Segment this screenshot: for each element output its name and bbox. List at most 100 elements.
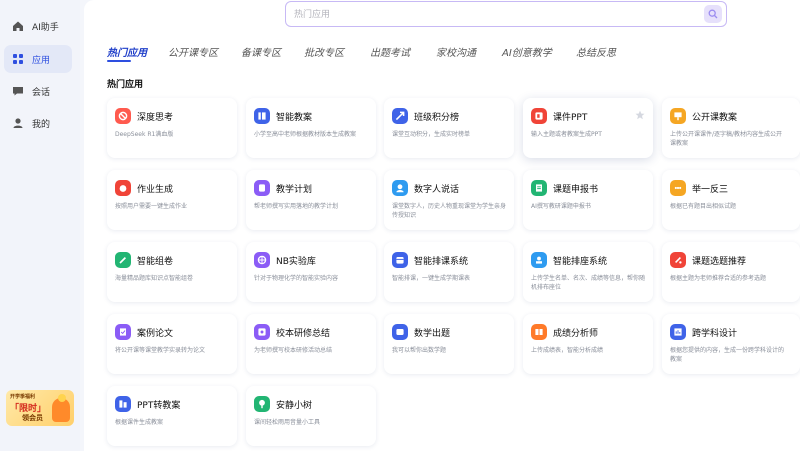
app-card-research-proposal[interactable]: 课题申报书 AI撰写教研课题申报书 (523, 170, 653, 230)
convert-icon (115, 396, 131, 412)
app-card-title: PPT转教案 (137, 401, 181, 411)
app-card-courseware-ppt[interactable]: 课件PPT 输入主题或者教案生成PPT (523, 98, 653, 158)
sidebar-item-label: AI助手 (32, 22, 59, 33)
app-card-title: 教学计划 (276, 185, 313, 195)
app-card-desc: DeepSeek R1满血版 (115, 131, 174, 138)
app-card-analogy[interactable]: 举一反三 根据已有题目出相似试题 (662, 170, 800, 230)
app-card-math-questions[interactable]: 数学出题 我可以帮你出数学题 (384, 314, 514, 374)
paper-icon (115, 324, 131, 340)
app-card-title: 课题选题推荐 (692, 257, 747, 267)
app-card-teaching-plan[interactable]: 教学计划 帮老师撰写实用落地的教学计划 (246, 170, 376, 230)
app-card-title: 案例论文 (137, 329, 174, 339)
app-card-desc: 课堂数字人，历史人物重现课堂为学生亲身传授知识 (392, 203, 507, 219)
app-card-desc: 课间轻松雨用音量小工具 (254, 419, 321, 426)
app-card-class-points[interactable]: 班级积分榜 课堂互动积分，生成实时榜单 (384, 98, 514, 158)
app-card-title: 成绩分析师 (553, 329, 599, 339)
edit-icon (115, 252, 131, 268)
app-card-grade-analyst[interactable]: 成绩分析师 上传成绩表，智能分析成绩 (523, 314, 653, 374)
app-card-quiet-tree[interactable]: 安静小树 课间轻松雨用音量小工具 (246, 386, 376, 446)
app-card-title: 公开课教案 (692, 113, 738, 123)
favorite-star-icon[interactable] (635, 110, 645, 120)
app-card-title: 数字人说话 (414, 185, 460, 195)
app-card-desc: 上传学生名单、名次、成绩等信息，帮你随机排布座位 (531, 275, 646, 291)
sidebar-item-apps[interactable]: 应用 (4, 45, 72, 73)
app-card-desc: 海量精品题库知识点智能组卷 (115, 275, 194, 282)
app-card-ppt-to-plan[interactable]: PPT转教案 根据课件生成教案 (107, 386, 237, 446)
app-card-desc: 根据您提供的内容，生成一份跨学科设计的教案 (670, 347, 785, 363)
tab-ai-creative[interactable]: AI创意教学 (502, 44, 552, 59)
app-card-open-class-plan[interactable]: 公开课教案 上传公开课课件/逐字稿/教材内容生成公开课教案 (662, 98, 800, 158)
app-card-title: 智能教案 (276, 113, 313, 123)
app-card-smart-lesson[interactable]: 智能教案 小学至高中老师根据教材版本生成教案 (246, 98, 376, 158)
ppt-icon (531, 108, 547, 124)
app-card-desc: 上传成绩表，智能分析成绩 (531, 347, 604, 354)
chat-icon (12, 85, 24, 97)
search-input[interactable] (294, 7, 674, 23)
app-card-desc: 帮老师撰写实用落地的教学计划 (254, 203, 339, 210)
app-card-title: 智能排课系统 (414, 257, 469, 267)
app-card-digital-human[interactable]: 数字人说话 课堂数字人，历史人物重现课堂为学生亲身传授知识 (384, 170, 514, 230)
search-bar (285, 1, 727, 27)
app-card-desc: 小学至高中老师根据教材版本生成教案 (254, 131, 357, 138)
app-card-desc: 针对于物理化学的智能实验内容 (254, 275, 339, 282)
membership-promo-banner[interactable]: 开学季福利 「限时」 领会员 (6, 390, 74, 426)
app-card-title: 数学出题 (414, 329, 451, 339)
search-button[interactable] (704, 5, 722, 23)
app-card-cross-discipline[interactable]: 跨学科设计 根据您提供的内容，生成一份跨学科设计的教案 (662, 314, 800, 374)
sidebar-item-ai-assistant[interactable]: AI助手 (4, 12, 72, 40)
app-card-desc: 为老师撰写校本研修活动总结 (254, 347, 333, 354)
user-icon (12, 117, 24, 129)
rocket-icon (392, 108, 408, 124)
lecture-icon (670, 108, 686, 124)
tab-summary[interactable]: 总结反思 (576, 44, 616, 59)
app-card-smart-paper[interactable]: 智能组卷 海量精品题库知识点智能组卷 (107, 242, 237, 302)
app-card-scheduling[interactable]: 智能排课系统 智能排课，一键生成学期课表 (384, 242, 514, 302)
app-card-desc: 我可以帮你出数学题 (392, 347, 447, 354)
plan-icon (254, 180, 270, 196)
alarm-icon (115, 180, 131, 196)
calendar-icon (392, 252, 408, 268)
sidebar-item-label: 应用 (32, 55, 51, 66)
app-card-topic-recommend[interactable]: 课题选题推荐 根据主题为老师推荐合适的参考选题 (662, 242, 800, 302)
app-card-seating[interactable]: 智能排座系统 上传学生名单、名次、成绩等信息，帮你随机排布座位 (523, 242, 653, 302)
app-card-training-summary[interactable]: 校本研修总结 为老师撰写校本研修活动总结 (246, 314, 376, 374)
app-card-title: 校本研修总结 (276, 329, 331, 339)
app-card-desc: 按照用户需要一键生成作业 (115, 203, 188, 210)
report-icon (531, 180, 547, 196)
tree-icon (254, 396, 270, 412)
tab-lesson-prep[interactable]: 备课专区 (241, 44, 281, 59)
app-card-title: 课题申报书 (553, 185, 599, 195)
flask-icon (254, 252, 270, 268)
sidebar-item-label: 会话 (32, 87, 51, 98)
promo-line1: 开学季福利 (10, 394, 36, 400)
brain-icon (115, 108, 131, 124)
app-card-deep-thinking[interactable]: 深度思考 DeepSeek R1满血版 (107, 98, 237, 158)
app-card-desc: 智能排课，一键生成学期课表 (392, 275, 471, 282)
home-icon (12, 20, 24, 32)
app-card-title: 深度思考 (137, 113, 174, 123)
app-card-desc: 将公开课等课堂教学实录转为论文 (115, 347, 206, 354)
avatar-icon (392, 180, 408, 196)
app-card-desc: 根据课件生成教案 (115, 419, 164, 426)
app-card-desc: AI撰写教研课题申报书 (531, 203, 591, 210)
tab-home-school[interactable]: 家校沟通 (436, 44, 476, 59)
app-card-case-paper[interactable]: 案例论文 将公开课等课堂教学实录转为论文 (107, 314, 237, 374)
app-card-title: 跨学科设计 (692, 329, 738, 339)
tab-exam[interactable]: 出题考试 (370, 44, 410, 59)
book-icon (254, 108, 270, 124)
mascot-head-icon (58, 394, 66, 402)
tab-grading[interactable]: 批改专区 (304, 44, 344, 59)
app-card-title: 班级积分榜 (414, 113, 460, 123)
sidebar: AI助手 应用 会话 我的 开学季福利 「限时」 领会员 (0, 0, 80, 451)
cross-icon (670, 324, 686, 340)
summary-icon (254, 324, 270, 340)
sidebar-item-conversations[interactable]: 会话 (4, 77, 72, 105)
app-card-title: 智能排座系统 (553, 257, 608, 267)
grid-icon (12, 53, 24, 65)
sidebar-item-mine[interactable]: 我的 (4, 109, 72, 137)
app-card-nb-lab[interactable]: NB实验库 针对于物理化学的智能实验内容 (246, 242, 376, 302)
tab-hot-apps[interactable]: 热门应用 (107, 44, 147, 59)
math-icon (392, 324, 408, 340)
app-card-homework[interactable]: 作业生成 按照用户需要一键生成作业 (107, 170, 237, 230)
tab-open-class[interactable]: 公开课专区 (168, 44, 218, 59)
